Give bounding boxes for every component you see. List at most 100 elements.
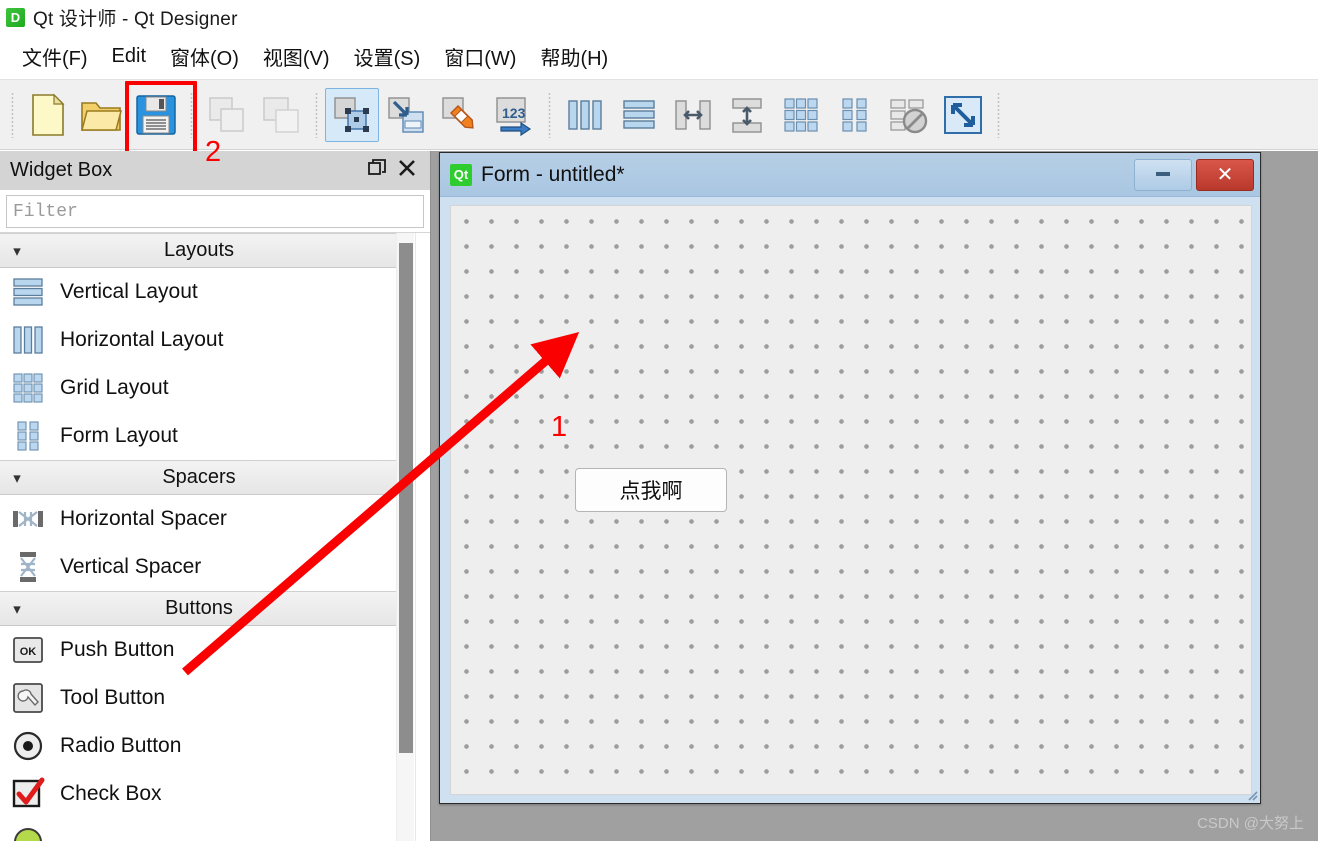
layout-splitter-horizontal-icon: [673, 95, 713, 135]
close-button[interactable]: [392, 156, 422, 186]
widget-item-push-button[interactable]: OK Push Button: [0, 626, 398, 674]
widget-box-panel: Widget Box Filter ▾ Layouts Vertical Lay…: [0, 151, 430, 841]
widget-box-title: Widget Box: [10, 159, 113, 181]
mdi-area: Qt Form - untitled* ✕ 点我啊 CSDN @大努上: [430, 151, 1318, 841]
new-file-button[interactable]: [21, 88, 75, 142]
form-window: Qt Form - untitled* ✕ 点我啊: [439, 152, 1261, 804]
widget-item-grid-layout[interactable]: Grid Layout: [0, 364, 398, 412]
toolbar-separator: [11, 91, 14, 138]
widget-box-list: ▾ Layouts Vertical Layout Horizontal Lay…: [0, 233, 398, 841]
widget-item-form-layout[interactable]: Form Layout: [0, 412, 398, 460]
svg-text:OK: OK: [20, 646, 37, 658]
form-window-title: Form - untitled*: [481, 162, 625, 186]
widget-item-radio-button[interactable]: Radio Button: [0, 722, 398, 770]
edit-widgets-button[interactable]: [325, 87, 379, 142]
toolbar-separator: [190, 91, 193, 138]
layout-vertically-button[interactable]: [612, 88, 666, 142]
minimize-button[interactable]: [1134, 158, 1192, 191]
edit-buddies-icon: [439, 94, 481, 136]
widget-box-titlebar: Widget Box: [0, 151, 430, 190]
close-window-button[interactable]: ✕: [1196, 158, 1254, 191]
toolbar-group-modes: 123: [325, 87, 541, 142]
widget-item-label: Radio Button: [60, 734, 182, 757]
push-button-icon: OK: [8, 630, 48, 670]
qt-logo-icon: Qt: [450, 163, 472, 186]
push-button-widget[interactable]: 点我啊: [575, 468, 727, 512]
category-header-layouts[interactable]: ▾ Layouts: [0, 233, 398, 268]
widget-box-scrollbar[interactable]: [396, 233, 414, 841]
widget-item-horizontal-layout[interactable]: Horizontal Layout: [0, 316, 398, 364]
form-canvas[interactable]: 点我啊: [450, 205, 1252, 795]
app-titlebar: D Qt 设计师 - Qt Designer: [0, 0, 1318, 34]
watermark: CSDN @大努上: [1197, 815, 1304, 832]
chevron-down-icon: ▾: [13, 242, 21, 260]
widget-item-tool-button[interactable]: Tool Button: [0, 674, 398, 722]
edit-tab-order-button[interactable]: 123: [487, 88, 541, 142]
qt-designer-window: D Qt 设计师 - Qt Designer 文件(F) Edit 窗体(O) …: [0, 0, 1318, 841]
widget-item-horizontal-spacer[interactable]: Horizontal Spacer: [0, 495, 398, 543]
menu-window[interactable]: 窗口(W): [432, 40, 528, 73]
adjust-size-button[interactable]: [936, 88, 990, 142]
size-grip[interactable]: [1244, 787, 1258, 801]
copy-button[interactable]: [200, 88, 254, 142]
widget-item-label: Form Layout: [60, 424, 178, 447]
close-icon: [398, 159, 416, 182]
layout-form-icon: [835, 95, 875, 135]
menu-settings[interactable]: 设置(S): [342, 40, 433, 73]
horizontal-layout-icon: [8, 320, 48, 360]
menu-file[interactable]: 文件(F): [10, 40, 100, 73]
paste-button[interactable]: [254, 88, 308, 142]
category-header-buttons[interactable]: ▾ Buttons: [0, 591, 398, 626]
close-icon: ✕: [1216, 164, 1234, 186]
main-toolbar: 123: [0, 79, 1318, 160]
toolbar-group-clipboard: [200, 88, 308, 142]
horizontal-spacer-icon: [8, 499, 48, 539]
category-label: Buttons: [165, 597, 233, 619]
toolbar-group-file: [21, 80, 197, 160]
save-file-icon: [135, 94, 177, 136]
widget-item-vertical-spacer[interactable]: Vertical Spacer: [0, 543, 398, 591]
layout-splitter-vertical-button[interactable]: [720, 88, 774, 142]
widget-item-command-link-button[interactable]: [0, 818, 398, 841]
form-window-titlebar[interactable]: Qt Form - untitled* ✕: [440, 153, 1260, 197]
paste-icon: [260, 94, 302, 136]
menu-form[interactable]: 窗体(O): [158, 40, 251, 73]
edit-buddies-button[interactable]: [433, 88, 487, 142]
grid-layout-icon: [8, 368, 48, 408]
edit-widgets-icon: [331, 94, 373, 136]
layout-form-button[interactable]: [828, 88, 882, 142]
category-header-spacers[interactable]: ▾ Spacers: [0, 460, 398, 495]
form-layout-icon: [8, 416, 48, 456]
toolbar-separator: [548, 91, 551, 138]
filter-input[interactable]: [6, 195, 424, 228]
layout-grid-button[interactable]: [774, 88, 828, 142]
menu-help[interactable]: 帮助(H): [528, 40, 620, 73]
chevron-down-icon: ▾: [13, 469, 21, 487]
widget-item-label: Horizontal Layout: [60, 328, 224, 351]
break-layout-icon: [888, 95, 930, 135]
layout-horizontally-button[interactable]: [558, 88, 612, 142]
edit-signals-slots-button[interactable]: [379, 88, 433, 142]
new-file-icon: [28, 93, 68, 137]
dock-right-edge: [415, 233, 430, 841]
scrollbar-thumb[interactable]: [399, 243, 413, 753]
widget-item-label: Vertical Layout: [60, 280, 198, 303]
vertical-layout-icon: [8, 272, 48, 312]
app-title: Qt 设计师 - Qt Designer: [33, 8, 238, 30]
widget-item-check-box[interactable]: Check Box: [0, 770, 398, 818]
float-button[interactable]: [362, 156, 392, 186]
layout-splitter-horizontal-button[interactable]: [666, 88, 720, 142]
widget-item-vertical-layout[interactable]: Vertical Layout: [0, 268, 398, 316]
widget-item-label: Horizontal Spacer: [60, 507, 227, 530]
open-file-button[interactable]: [75, 88, 129, 142]
category-label: Layouts: [163, 239, 235, 261]
break-layout-button[interactable]: [882, 88, 936, 142]
chevron-down-icon: ▾: [13, 600, 21, 618]
widget-box-list-wrap: ▾ Layouts Vertical Layout Horizontal Lay…: [0, 232, 430, 841]
menu-edit[interactable]: Edit: [100, 43, 158, 70]
menu-view[interactable]: 视图(V): [251, 40, 342, 73]
layout-splitter-vertical-icon: [727, 95, 767, 135]
save-file-button[interactable]: [125, 80, 197, 160]
adjust-size-icon: [942, 94, 984, 136]
menubar: 文件(F) Edit 窗体(O) 视图(V) 设置(S) 窗口(W) 帮助(H): [0, 34, 1318, 79]
